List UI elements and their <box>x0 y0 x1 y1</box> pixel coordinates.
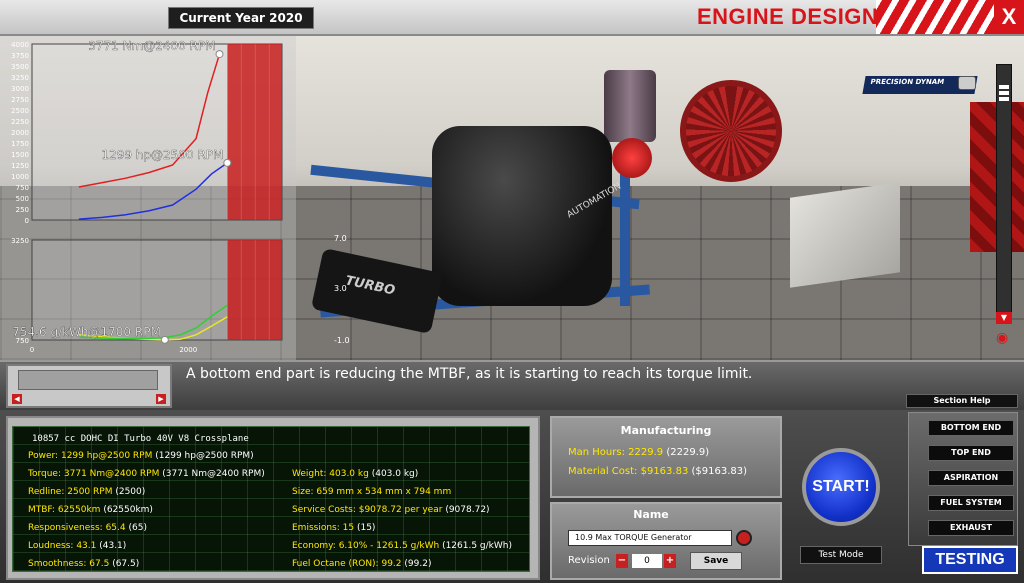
testing-button[interactable]: TESTING <box>922 546 1018 574</box>
slot-right-arrow[interactable]: ▶ <box>156 394 166 404</box>
revision-increment-button[interactable]: + <box>664 554 676 568</box>
name-title: Name <box>633 508 669 521</box>
y-tick-label: 1500 <box>11 151 29 159</box>
peak-label: 754.6 g/kWh@1700 RPM <box>12 325 161 339</box>
y-tick-label: 3750 <box>11 52 29 60</box>
y-tick-label: 2500 <box>11 107 29 115</box>
name-confirm-button[interactable] <box>736 530 752 546</box>
part-slot: ◀ ▶ <box>6 364 172 408</box>
status-message: A bottom end part is reducing the MTBF, … <box>186 366 753 382</box>
engine-model[interactable] <box>432 126 612 306</box>
stat-economy: Economy: 6.10% - 1261.5 g/kWh (1261.5 g/… <box>292 541 512 551</box>
page-title: ENGINE DESIGN <box>697 4 879 29</box>
current-year-label: Current Year 2020 <box>168 7 314 29</box>
revision-decrement-button[interactable]: − <box>616 554 628 568</box>
section-help-button[interactable]: Section Help <box>906 394 1018 408</box>
redline-zone <box>227 240 282 340</box>
stat-size: Size: 659 mm x 534 mm x 794 mm <box>292 487 452 497</box>
manufacturing-title: Manufacturing <box>620 424 712 437</box>
x-tick-label: 0 <box>30 346 34 354</box>
scene-marker: 3.0 <box>334 284 347 293</box>
title-stripes <box>876 0 994 34</box>
nav-exhaust[interactable]: EXHAUST <box>928 520 1014 536</box>
y-tick-label: 750 <box>16 184 29 192</box>
stat-fuel-octane: Fuel Octane (RON): 99.2 (99.2) <box>292 559 432 569</box>
fuel-tank <box>790 182 900 288</box>
stat-torque: Torque: 3771 Nm@2400 RPM (3771 Nm@2400 R… <box>28 469 265 479</box>
y-tick-label: 500 <box>16 195 29 203</box>
y-tick-label: 250 <box>16 206 29 214</box>
slot-left-arrow[interactable]: ◀ <box>12 394 22 404</box>
stat-smoothness: Smoothness: 67.5 (67.5) <box>28 559 140 569</box>
dyno-charts: 0 250 500 750 1000 1250 1500 1750 2000 2250 2500 27… <box>11 39 283 354</box>
eye-toggle-icon[interactable]: ◉ <box>996 330 1008 346</box>
man-hours: Man Hours: 2229.9 (2229.9) <box>568 447 710 458</box>
close-button[interactable]: X <box>994 0 1024 34</box>
y-tick-label: 3500 <box>11 63 29 71</box>
engine-name-field[interactable]: 10.9 Max TORQUE Generator <box>568 530 732 546</box>
y-tick-label: 3000 <box>11 85 29 93</box>
y-tick-label: 2250 <box>11 118 29 126</box>
y-tick-label: 0 <box>25 217 29 225</box>
y-tick-label: 1750 <box>11 140 29 148</box>
revision-label: Revision <box>568 555 610 566</box>
camera-icon[interactable] <box>958 76 976 90</box>
zoom-scrollbar[interactable] <box>996 64 1012 324</box>
fan <box>680 80 782 182</box>
peak-marker <box>215 50 224 59</box>
stat-loudness: Loudness: 43.1 (43.1) <box>28 541 127 551</box>
material-cost: Material Cost: $9163.83 ($9163.83) <box>568 466 748 477</box>
peak-label: 1299 hp@2500 RPM <box>101 148 223 162</box>
y-tick-label: 1000 <box>11 173 29 181</box>
nav-aspiration[interactable]: ASPIRATION <box>928 470 1014 486</box>
y-tick-label: 1250 <box>11 162 29 170</box>
stat-responsiveness: Responsiveness: 65.4 (65) <box>28 523 147 533</box>
peak-marker <box>160 335 169 344</box>
nav-bottom-end[interactable]: BOTTOM END <box>928 420 1014 436</box>
stat-power: Power: 1299 hp@2500 RPM (1299 hp@2500 RP… <box>28 451 254 461</box>
dyno-chart-panel: 0 250 500 750 1000 1250 1500 1750 2000 2250 2500 27… <box>0 36 296 360</box>
barrel <box>604 70 656 142</box>
stat-service-costs: Service Costs: $9078.72 per year (9078.7… <box>292 505 490 515</box>
stat-mtbf: MTBF: 62550km (62550km) <box>28 505 153 515</box>
stat-weight: Weight: 403.0 kg (403.0 kg) <box>292 469 419 479</box>
x-tick-label: 2000 <box>179 346 197 354</box>
y-tick-label: 3250 <box>11 74 29 82</box>
part-slot-field <box>18 370 158 390</box>
peak-label: 3771 Nm@2400 RPM <box>88 39 215 53</box>
stat-emissions: Emissions: 15 (15) <box>292 523 376 533</box>
revision-value: 0 <box>632 554 662 568</box>
scene-marker: -1.0 <box>334 336 350 345</box>
nav-fuel-system[interactable]: FUEL SYSTEM <box>928 495 1014 511</box>
engine-summary: 10857 cc DOHC DI Turbo 40V V8 Crossplane <box>32 434 249 444</box>
y-tick-label: 3250 <box>11 237 29 245</box>
start-button[interactable]: START! <box>802 448 880 526</box>
scene-marker: 7.0 <box>334 234 347 243</box>
flywheel <box>612 138 652 178</box>
nav-top-end[interactable]: TOP END <box>928 445 1014 461</box>
test-mode-button[interactable]: Test Mode <box>800 546 882 564</box>
stat-redline: Redline: 2500 RPM (2500) <box>28 487 146 497</box>
y-tick-label: 4000 <box>11 41 29 49</box>
peak-marker <box>223 158 232 167</box>
redline-zone <box>227 44 282 220</box>
scroll-down-button[interactable]: ▼ <box>996 312 1012 324</box>
save-button[interactable]: Save <box>690 552 742 570</box>
y-tick-label: 2750 <box>11 96 29 104</box>
y-tick-label: 2000 <box>11 129 29 137</box>
